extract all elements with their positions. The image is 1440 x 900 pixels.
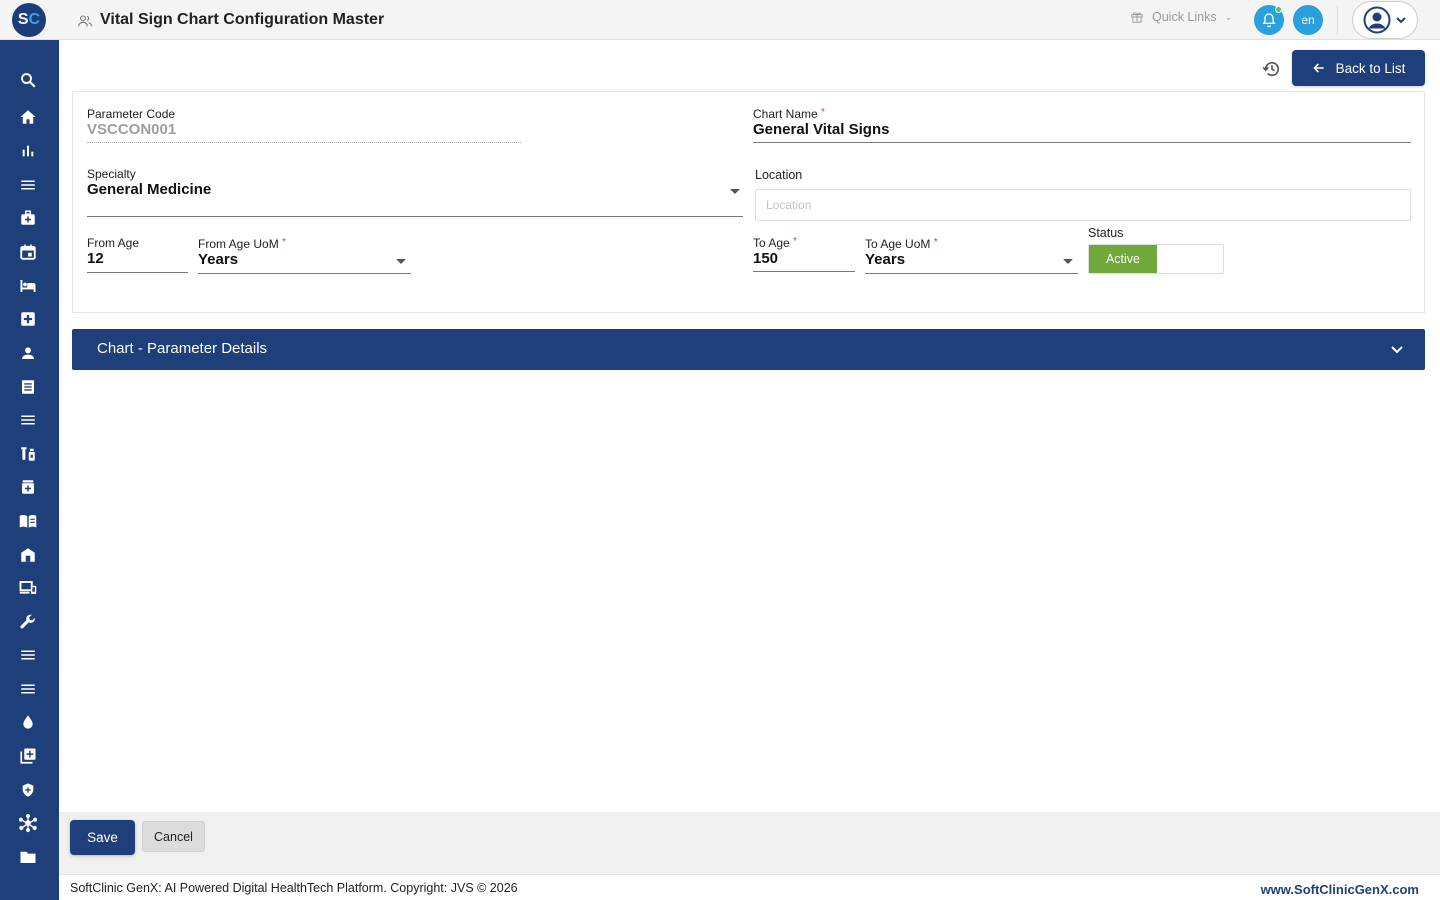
specialty-underline — [87, 216, 743, 217]
person-icon[interactable] — [18, 343, 38, 363]
location-label: Location — [755, 168, 803, 182]
caret-down-icon[interactable] — [396, 259, 406, 264]
devices-icon[interactable] — [18, 578, 38, 598]
specialty-select[interactable]: General Medicine — [87, 181, 211, 198]
page-title: Vital Sign Chart Configuration Master — [100, 11, 385, 28]
home-icon[interactable] — [18, 107, 38, 127]
required-asterisk: * — [933, 237, 938, 248]
accordion-title: Chart - Parameter Details — [97, 340, 268, 357]
logo-letter-s: S — [17, 11, 29, 28]
caret-down-icon[interactable] — [730, 189, 740, 194]
configuration-form: Parameter Code VSCCON001 Chart Name * Ge… — [72, 91, 1425, 313]
back-to-list-button[interactable]: Back to List — [1292, 50, 1425, 86]
parameter-code-label: Parameter Code — [87, 107, 176, 121]
parameter-code-underline — [87, 142, 521, 143]
bell-icon — [1262, 13, 1276, 28]
medical-bag-icon[interactable] — [18, 208, 38, 228]
language-button[interactable]: en — [1293, 5, 1323, 35]
to-age-underline — [753, 271, 855, 272]
from-age-uom-underline — [198, 273, 411, 274]
avatar-icon — [1363, 6, 1391, 34]
notifications-button[interactable] — [1254, 5, 1284, 35]
parameter-details-accordion[interactable]: Chart - Parameter Details — [72, 329, 1425, 370]
from-age-uom-label: From Age UoM * — [198, 237, 286, 251]
menu-icon[interactable] — [18, 645, 38, 665]
from-age-input[interactable]: 12 — [87, 250, 104, 267]
save-button[interactable]: Save — [70, 820, 135, 855]
medical-plus-icon[interactable] — [18, 309, 38, 329]
from-age-label: From Age — [87, 236, 140, 250]
required-asterisk: * — [282, 237, 286, 248]
chart-name-field[interactable]: General Vital Signs — [753, 121, 889, 138]
chevron-down-icon — [1391, 346, 1403, 354]
to-age-uom-select[interactable]: Years — [865, 251, 905, 268]
to-age-uom-label: To Age UoM * — [865, 237, 938, 251]
gift-icon — [1131, 12, 1143, 23]
specialty-label: Specialty — [87, 167, 136, 181]
required-asterisk: * — [821, 107, 825, 118]
chart-name-label: Chart Name * — [753, 107, 825, 121]
to-age-uom-underline — [865, 273, 1078, 274]
menu-icon[interactable] — [18, 410, 38, 430]
lab-icon[interactable] — [18, 444, 38, 464]
calendar-icon[interactable] — [18, 242, 38, 262]
pharmacy-icon[interactable] — [18, 477, 38, 497]
caret-down-icon[interactable] — [1063, 259, 1073, 264]
status-active-option[interactable]: Active — [1089, 245, 1157, 273]
chart-name-underline — [753, 142, 1411, 143]
menu-icon[interactable] — [18, 679, 38, 699]
sidebar — [0, 40, 59, 900]
location-input[interactable] — [755, 189, 1411, 221]
chevron-down-icon: ⌄ — [1224, 11, 1233, 22]
bed-icon[interactable] — [18, 276, 38, 296]
store-icon[interactable] — [18, 545, 38, 565]
shield-icon[interactable] — [18, 780, 38, 800]
users-icon — [78, 15, 92, 27]
from-age-uom-select[interactable]: Years — [198, 251, 238, 268]
quick-links-menu[interactable]: Quick Links ⌄ — [1130, 10, 1232, 24]
header-divider — [1337, 6, 1338, 34]
footer-copyright: SoftClinic GenX: AI Powered Digital Heal… — [70, 881, 518, 895]
back-to-list-label: Back to List — [1335, 60, 1406, 76]
to-age-label: To Age * — [753, 236, 797, 250]
quick-links-label: Quick Links — [1152, 10, 1217, 24]
network-icon[interactable] — [18, 813, 38, 833]
status-label: Status — [1088, 226, 1124, 240]
to-age-input[interactable]: 150 — [753, 250, 778, 267]
status-toggle[interactable]: Active — [1088, 244, 1224, 274]
top-header: SC Vital Sign Chart Configuration Master… — [0, 0, 1440, 40]
search-icon[interactable] — [18, 70, 38, 90]
bar-chart-icon[interactable] — [18, 141, 38, 161]
history-icon[interactable] — [1262, 59, 1282, 79]
document-icon[interactable] — [18, 377, 38, 397]
cancel-button[interactable]: Cancel — [142, 821, 205, 852]
book-icon[interactable] — [18, 511, 38, 531]
app-logo[interactable]: SC — [12, 3, 46, 37]
profile-menu[interactable] — [1352, 1, 1418, 39]
action-bar: Save Cancel — [59, 812, 1440, 874]
from-age-underline — [87, 272, 188, 273]
parameter-code-field: VSCCON001 — [87, 121, 177, 138]
required-asterisk: * — [793, 236, 797, 247]
footer: SoftClinic GenX: AI Powered Digital Heal… — [59, 874, 1440, 900]
footer-website-link[interactable]: www.SoftClinicGenX.com — [1261, 882, 1419, 897]
folder-icon[interactable] — [18, 847, 38, 867]
wrench-icon[interactable] — [18, 612, 38, 632]
add-box-icon[interactable] — [18, 746, 38, 766]
chevron-down-icon — [1396, 17, 1406, 24]
logo-letter-c: C — [28, 11, 41, 28]
blood-drop-icon[interactable] — [18, 712, 38, 732]
arrow-left-icon — [1312, 63, 1324, 73]
notification-dot — [1275, 6, 1282, 13]
menu-icon[interactable] — [18, 175, 38, 195]
